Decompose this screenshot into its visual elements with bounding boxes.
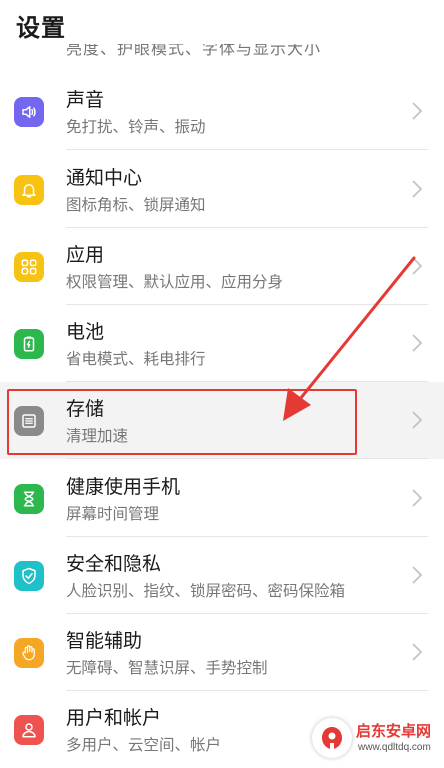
item-subtitle: 免打扰、铃声、振动 [66, 118, 206, 136]
item-subtitle: 图标角标、锁屏通知 [66, 196, 206, 214]
item-title: 安全和隐私 [66, 553, 162, 575]
clipped-display-subtitle: 亮度、护眼模式、字体与显示大小 [66, 44, 322, 56]
item-title: 电池 [66, 321, 105, 343]
item-subtitle: 无障碍、智慧识屏、手势控制 [66, 659, 268, 677]
speaker-icon [14, 97, 44, 127]
apps-grid-icon [14, 252, 44, 282]
item-title: 健康使用手机 [66, 476, 181, 498]
watermark-badge-icon [312, 718, 352, 758]
item-title: 用户和帐户 [66, 707, 162, 729]
watermark-url: www.qdltdq.com [358, 742, 431, 753]
storage-icon [14, 406, 44, 436]
item-subtitle: 清理加速 [66, 427, 129, 445]
settings-item-security-privacy[interactable]: 安全和隐私 人脸识别、指纹、锁屏密码、密码保险箱 [0, 537, 444, 614]
item-title: 存储 [66, 398, 105, 420]
user-icon [14, 715, 44, 745]
settings-item-smart-assistance[interactable]: 智能辅助 无障碍、智慧识屏、手势控制 [0, 614, 444, 691]
shield-icon [14, 561, 44, 591]
bell-icon [14, 175, 44, 205]
settings-item-notifications[interactable]: 通知中心 图标角标、锁屏通知 [0, 151, 444, 228]
chevron-right-icon [410, 410, 424, 430]
hand-icon [14, 638, 44, 668]
item-subtitle: 权限管理、默认应用、应用分身 [66, 273, 284, 291]
item-title: 智能辅助 [66, 630, 143, 652]
chevron-right-icon [410, 565, 424, 585]
chevron-right-icon [410, 179, 424, 199]
item-title: 通知中心 [66, 167, 143, 189]
settings-item-sound[interactable]: 声音 免打扰、铃声、振动 [0, 73, 444, 150]
item-title: 声音 [66, 89, 105, 111]
item-subtitle: 屏幕时间管理 [66, 505, 160, 523]
hourglass-icon [14, 484, 44, 514]
chevron-right-icon [410, 256, 424, 276]
settings-item-battery[interactable]: 电池 省电模式、耗电排行 [0, 305, 444, 382]
battery-icon [14, 329, 44, 359]
item-subtitle: 多用户、云空间、帐户 [66, 736, 222, 754]
item-subtitle: 省电模式、耗电排行 [66, 350, 206, 368]
item-subtitle: 人脸识别、指纹、锁屏密码、密码保险箱 [66, 582, 346, 600]
settings-item-storage[interactable]: 存储 清理加速 [0, 382, 444, 459]
divider [66, 458, 428, 459]
chevron-right-icon [410, 488, 424, 508]
settings-item-apps[interactable]: 应用 权限管理、默认应用、应用分身 [0, 228, 444, 305]
divider [66, 149, 428, 150]
chevron-right-icon [410, 642, 424, 662]
settings-item-digital-balance[interactable]: 健康使用手机 屏幕时间管理 [0, 460, 444, 537]
page-title: 设置 [16, 14, 66, 42]
item-title: 应用 [66, 244, 105, 266]
watermark-logo: 启东安卓网 www.qdltdq.com [310, 714, 440, 766]
chevron-right-icon [410, 333, 424, 353]
chevron-right-icon [410, 101, 424, 121]
watermark-title: 启东安卓网 [356, 722, 432, 740]
